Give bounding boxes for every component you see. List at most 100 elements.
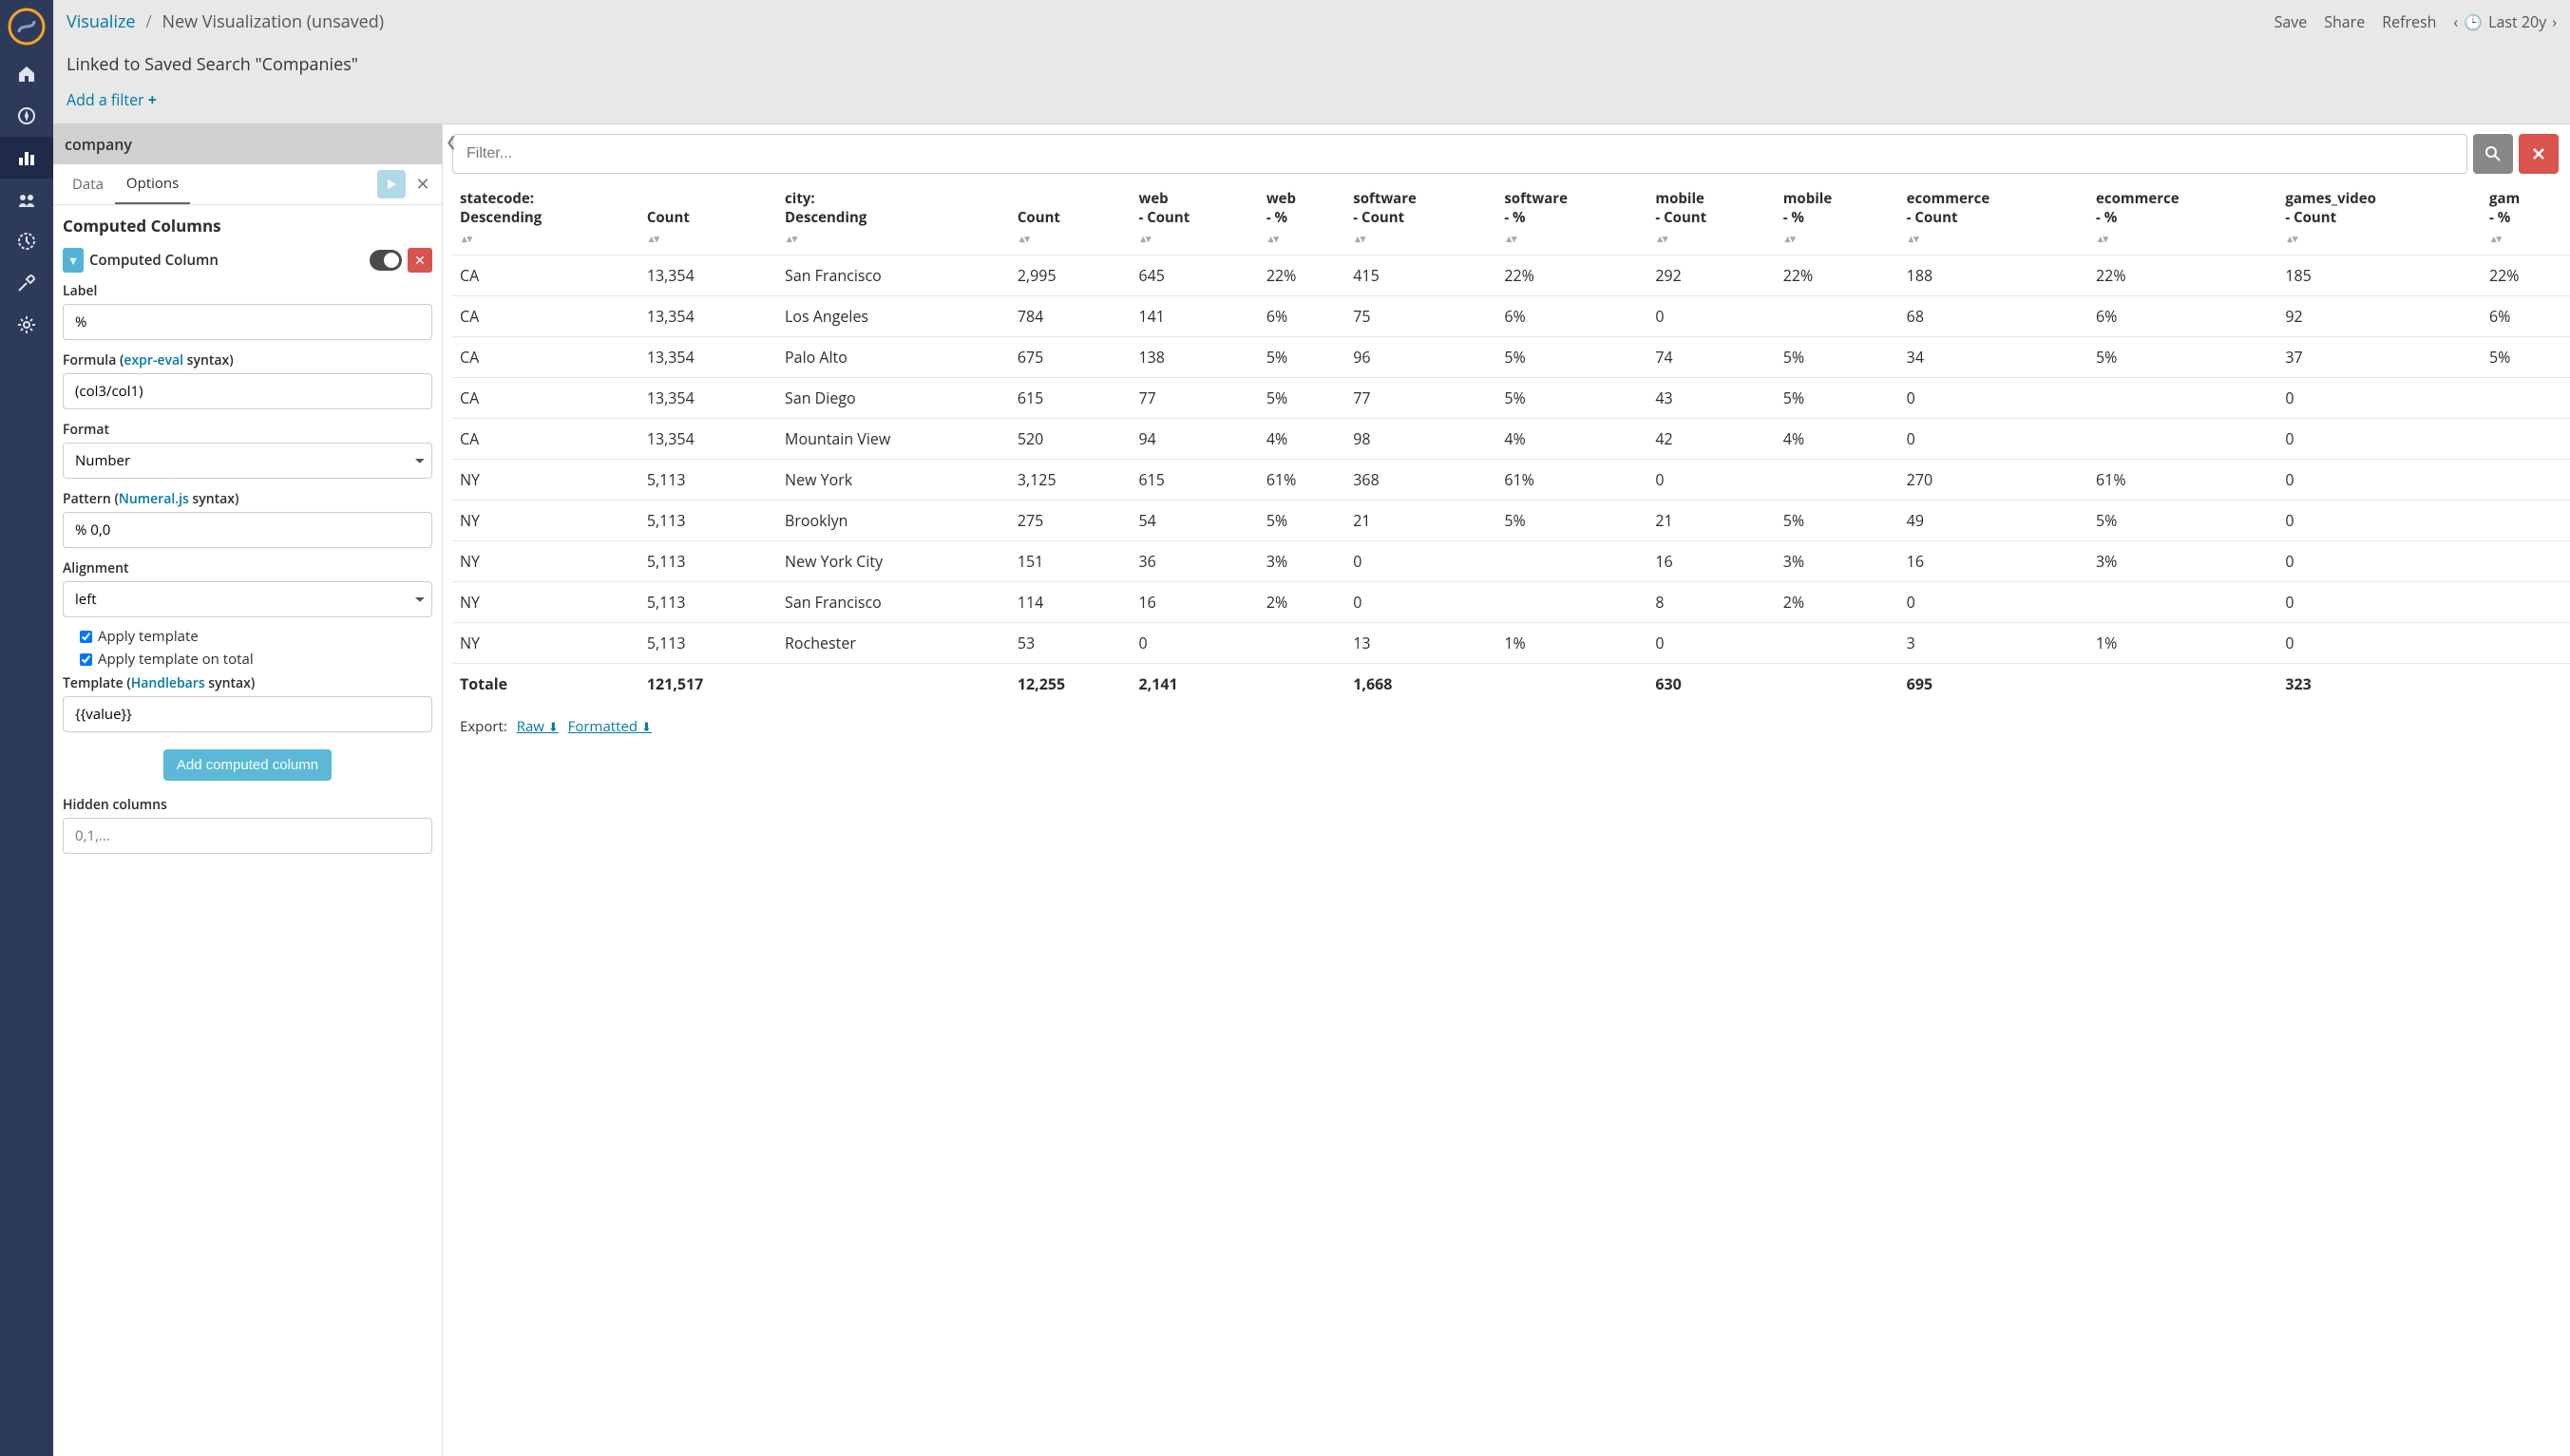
tab-data[interactable]: Data	[61, 165, 115, 203]
sort-icon[interactable]: ▴▾	[1909, 232, 1919, 246]
enable-toggle[interactable]	[370, 250, 402, 271]
column-header[interactable]: mobile- %▴▾	[1776, 185, 1899, 255]
sort-icon[interactable]: ▴▾	[1785, 232, 1796, 246]
sort-icon[interactable]: ▴▾	[2491, 232, 2502, 246]
add-filter-link[interactable]: Add a filter +	[67, 89, 157, 110]
column-header[interactable]: mobile- Count▴▾	[1647, 185, 1775, 255]
column-header[interactable]: software- Count▴▾	[1345, 185, 1496, 255]
column-header[interactable]: Count▴▾	[639, 185, 777, 255]
sort-icon[interactable]: ▴▾	[649, 232, 659, 246]
column-header[interactable]: web- %▴▾	[1259, 185, 1345, 255]
expr-eval-link[interactable]: expr-eval	[124, 351, 183, 369]
add-computed-column-button[interactable]: Add computed column	[163, 749, 332, 781]
chevron-down-icon[interactable]: ▾	[63, 248, 84, 273]
collapse-panel-icon[interactable]: ❮	[442, 132, 461, 151]
clear-filter-button[interactable]	[2519, 134, 2559, 174]
close-icon[interactable]: ✕	[411, 173, 434, 196]
app-logo[interactable]	[0, 0, 53, 53]
table-cell: 0	[1647, 295, 1775, 336]
table-cell: 61%	[1496, 459, 1647, 500]
table-cell: 630	[1647, 663, 1775, 704]
table-cell: Mountain View	[777, 418, 1010, 459]
chevron-left-icon[interactable]: ‹	[2453, 11, 2458, 32]
table-cell: 5,113	[639, 622, 777, 663]
column-header[interactable]: software- %▴▾	[1496, 185, 1647, 255]
numeraljs-link[interactable]: Numeral.js	[119, 490, 189, 508]
column-header[interactable]: games_video- Count▴▾	[2277, 185, 2482, 255]
search-icon[interactable]	[2473, 134, 2513, 174]
alignment-select[interactable]: left	[63, 581, 432, 617]
nav-dashboard[interactable]	[0, 179, 53, 220]
sort-icon[interactable]: ▴▾	[1019, 232, 1030, 246]
table-cell: 2%	[1259, 581, 1345, 622]
formula-input[interactable]	[63, 373, 432, 409]
table-cell: Los Angeles	[777, 295, 1010, 336]
nav-management[interactable]	[0, 304, 53, 346]
label-input[interactable]	[63, 304, 432, 340]
table-cell	[2482, 540, 2570, 581]
sort-icon[interactable]: ▴▾	[1657, 232, 1667, 246]
column-header[interactable]: ecommerce- %▴▾	[2088, 185, 2277, 255]
table-cell: 185	[2277, 255, 2482, 295]
table-cell: 5,113	[639, 540, 777, 581]
computed-column-title: Computed Column	[89, 251, 364, 270]
pattern-label: Pattern (Numeral.js syntax)	[53, 486, 442, 512]
hidden-columns-input[interactable]	[63, 818, 432, 854]
handlebars-link[interactable]: Handlebars	[131, 674, 205, 692]
format-select[interactable]: Number	[63, 443, 432, 479]
table-cell: 0	[2277, 377, 2482, 418]
time-picker[interactable]: ‹ 🕒 Last 20y ›	[2453, 11, 2557, 32]
table-cell: 5%	[1496, 377, 1647, 418]
sort-icon[interactable]: ▴▾	[1355, 232, 1365, 246]
topbar: Visualize / New Visualization (unsaved) …	[53, 0, 2570, 124]
share-action[interactable]: Share	[2324, 11, 2365, 32]
table-cell: 22%	[1259, 255, 1345, 295]
column-header[interactable]: gam- %▴▾	[2482, 185, 2570, 255]
export-raw-link[interactable]: Raw ⬇	[517, 717, 559, 736]
sort-icon[interactable]: ▴▾	[787, 232, 797, 246]
table-cell	[1496, 581, 1647, 622]
refresh-action[interactable]: Refresh	[2382, 11, 2436, 32]
sort-icon[interactable]: ▴▾	[1140, 232, 1151, 246]
nav-devtools[interactable]	[0, 262, 53, 304]
template-input[interactable]	[63, 696, 432, 732]
table-cell: CA	[452, 295, 639, 336]
apply-template-total-checkbox[interactable]	[80, 653, 92, 666]
table-cell: 16	[1899, 540, 2088, 581]
table-filter-input[interactable]	[452, 134, 2467, 174]
table-cell: 13,354	[639, 336, 777, 377]
nav-timelion[interactable]	[0, 220, 53, 262]
sort-icon[interactable]: ▴▾	[2098, 232, 2108, 246]
column-header[interactable]: Count▴▾	[1010, 185, 1132, 255]
breadcrumb-root[interactable]: Visualize	[67, 10, 136, 33]
sort-icon[interactable]: ▴▾	[462, 232, 472, 246]
apply-template-checkbox[interactable]	[80, 631, 92, 643]
table-cell: 37	[2277, 336, 2482, 377]
save-action[interactable]: Save	[2275, 11, 2308, 32]
table-cell: 0	[1899, 377, 2088, 418]
total-row: Totale121,51712,2552,1411,668630695323	[452, 663, 2570, 704]
sort-icon[interactable]: ▴▾	[1268, 232, 1279, 246]
table-cell: 22%	[2482, 255, 2570, 295]
column-header[interactable]: city:Descending▴▾	[777, 185, 1010, 255]
hidden-columns-label: Hidden columns	[53, 792, 442, 818]
nav-visualize[interactable]	[0, 137, 53, 179]
table-cell: 138	[1131, 336, 1258, 377]
table-row: CA13,354Palo Alto6751385%965%745%345%375…	[452, 336, 2570, 377]
delete-button[interactable]: ✕	[408, 248, 432, 273]
export-formatted-link[interactable]: Formatted ⬇	[568, 717, 652, 736]
sort-icon[interactable]: ▴▾	[1506, 232, 1516, 246]
table-cell: 13,354	[639, 377, 777, 418]
chevron-right-icon[interactable]: ›	[2552, 11, 2557, 32]
nav-discover[interactable]	[0, 95, 53, 137]
sort-icon[interactable]: ▴▾	[2287, 232, 2297, 246]
column-header[interactable]: ecommerce- Count▴▾	[1899, 185, 2088, 255]
apply-button[interactable]	[377, 170, 406, 199]
index-pattern[interactable]: company	[53, 124, 442, 164]
tab-options[interactable]: Options	[115, 164, 190, 204]
nav-home[interactable]	[0, 53, 53, 95]
column-header[interactable]: web- Count▴▾	[1131, 185, 1258, 255]
column-header[interactable]: statecode:Descending▴▾	[452, 185, 639, 255]
table-cell: 54	[1131, 500, 1258, 540]
pattern-input[interactable]	[63, 512, 432, 548]
